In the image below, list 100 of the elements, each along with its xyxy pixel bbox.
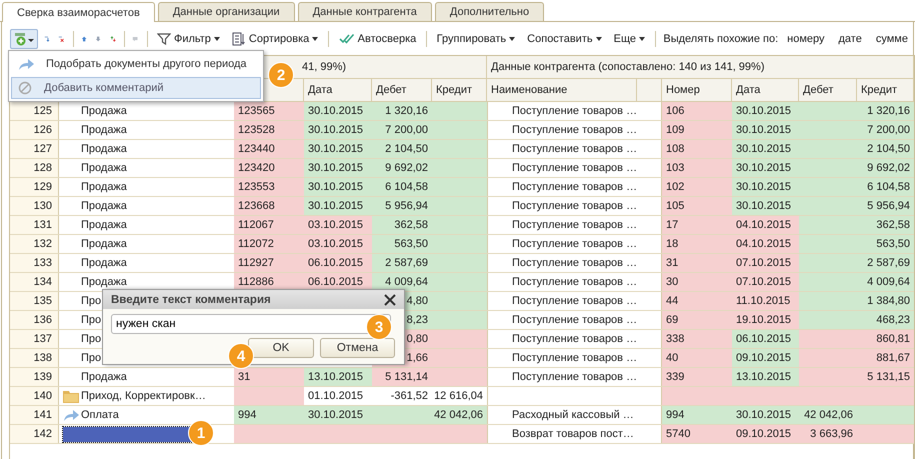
- table-cell: 2 587,69: [372, 254, 432, 272]
- table-cell: 30.10.2015: [732, 406, 799, 424]
- table-cell: 3 663,96: [799, 425, 857, 443]
- table-cell: 30.10.2015: [304, 102, 372, 120]
- column-group-header: Данные контрагента (сопоставлено: 140 из 141, 99%): [487, 56, 914, 78]
- table-cell: 30.10.2015: [732, 159, 799, 177]
- table-cell: 1 320,16: [372, 102, 432, 120]
- table-cell: 11.10.2015: [732, 292, 799, 310]
- table-cell: 112067: [234, 216, 304, 234]
- highlight-option[interactable]: номеру: [782, 29, 830, 49]
- table-cell: 09.10.2015: [732, 425, 799, 443]
- table-cell: 42 042,06: [799, 406, 857, 424]
- table-cell: 06.10.2015: [732, 330, 799, 348]
- folder-icon: [63, 390, 79, 402]
- cell-text: Продажа: [81, 276, 127, 288]
- table-cell: 31: [234, 368, 304, 386]
- row-number: 134: [10, 273, 59, 291]
- toolbar-button[interactable]: Сопоставить: [523, 29, 606, 49]
- table-cell: 994: [662, 406, 732, 424]
- table-cell: 860,81: [857, 330, 914, 348]
- add-button[interactable]: [10, 29, 38, 49]
- table-cell: 31: [662, 254, 732, 272]
- table-cell: 1 320,16: [857, 102, 914, 120]
- row-number: 130: [10, 197, 59, 215]
- tab[interactable]: Данные контрагента: [298, 2, 432, 21]
- toolbar-button[interactable]: Еще: [610, 29, 649, 49]
- funnel-icon: [156, 32, 171, 46]
- table-cell: 994: [234, 406, 304, 424]
- row-number: 127: [10, 140, 59, 158]
- table-cell: 123553: [234, 178, 304, 196]
- table-cell: 109: [662, 121, 732, 139]
- table-cell: 339: [662, 368, 732, 386]
- row-number: 131: [10, 216, 59, 234]
- column-header: Кредит: [857, 79, 914, 101]
- table-cell: 30.10.2015: [304, 197, 372, 215]
- table-cell: 2 104,50: [372, 140, 432, 158]
- menu-item[interactable]: Добавить комментарий: [11, 77, 261, 99]
- table-cell: 06.10.2015: [304, 254, 372, 272]
- table-cell: 1 384,80: [857, 292, 914, 310]
- cell-text: Оплата: [81, 409, 119, 421]
- toolbar-button[interactable]: Автосверка: [334, 29, 420, 49]
- column-header: Дата: [304, 79, 372, 101]
- row-number: 139: [10, 368, 59, 386]
- table-cell: 18: [662, 235, 732, 253]
- table-cell: 07.10.2015: [732, 254, 799, 272]
- row-number: 137: [10, 330, 59, 348]
- menu-item[interactable]: Подобрать документы другого периода: [11, 53, 261, 75]
- table-cell: 112927: [234, 254, 304, 272]
- cell-text: Про: [81, 295, 102, 307]
- toolbar-button[interactable]: Группировать: [432, 29, 520, 49]
- row-number: 135: [10, 292, 59, 310]
- table-cell: 4 009,64: [857, 273, 914, 291]
- table-cell: 44: [662, 292, 732, 310]
- tab[interactable]: Сверка взаиморасчетов: [2, 2, 155, 22]
- cell-text: Продажа: [81, 143, 127, 155]
- table-cell: 108: [662, 140, 732, 158]
- row-number: 129: [10, 178, 59, 196]
- table-cell: 123440: [234, 140, 304, 158]
- table-cell: 69: [662, 311, 732, 329]
- table-cell: 04.10.2015: [732, 235, 799, 253]
- table-cell: 5 956,94: [372, 197, 432, 215]
- dialog-button[interactable]: OK: [248, 338, 314, 358]
- column-header: Дебет: [799, 79, 857, 101]
- table-cell: 106: [662, 102, 732, 120]
- dialog-title: Введите текст комментария: [111, 294, 271, 306]
- highlight-option[interactable]: дате: [834, 29, 867, 49]
- table-cell: 30.10.2015: [732, 102, 799, 120]
- table-cell: 30.10.2015: [304, 406, 372, 424]
- cell-text: Продажа: [81, 124, 127, 136]
- tab[interactable]: Дополнительно: [434, 2, 544, 21]
- table-cell: 30.10.2015: [304, 159, 372, 177]
- row-number: 128: [10, 159, 59, 177]
- cell-text: Продажа: [81, 219, 127, 231]
- arrow-icon: [18, 58, 34, 70]
- table-cell: 9 692,02: [857, 159, 914, 177]
- table-cell: 30.10.2015: [732, 121, 799, 139]
- highlight-option[interactable]: сумме: [870, 29, 913, 49]
- row-number: 140: [10, 387, 59, 405]
- table-cell: 5740: [662, 425, 732, 443]
- table-cell: 123565: [234, 102, 304, 120]
- toolbar-button[interactable]: Фильтр: [152, 29, 224, 49]
- double-check-icon: [338, 33, 355, 45]
- table-cell: 881,67: [857, 349, 914, 367]
- cell-text: Про: [81, 352, 102, 364]
- tab[interactable]: Данные организации: [158, 2, 295, 21]
- table-cell: 30.10.2015: [304, 178, 372, 196]
- table-cell: 105: [662, 197, 732, 215]
- list-icon: [232, 32, 246, 46]
- table-cell: 30.10.2015: [732, 197, 799, 215]
- cell-text: Продажа: [81, 105, 127, 117]
- selected-cell[interactable]: [63, 426, 193, 442]
- table-cell: 07.10.2015: [732, 273, 799, 291]
- toolbar-button[interactable]: Сортировка: [228, 29, 322, 49]
- table-cell: 362,58: [857, 216, 914, 234]
- dialog-button[interactable]: Отмена: [320, 338, 395, 358]
- table-cell: 13.10.2015: [304, 368, 372, 386]
- cell-text: Продажа: [81, 238, 127, 250]
- row-number: 138: [10, 349, 59, 367]
- close-icon[interactable]: [384, 294, 396, 306]
- table-cell: 17: [662, 216, 732, 234]
